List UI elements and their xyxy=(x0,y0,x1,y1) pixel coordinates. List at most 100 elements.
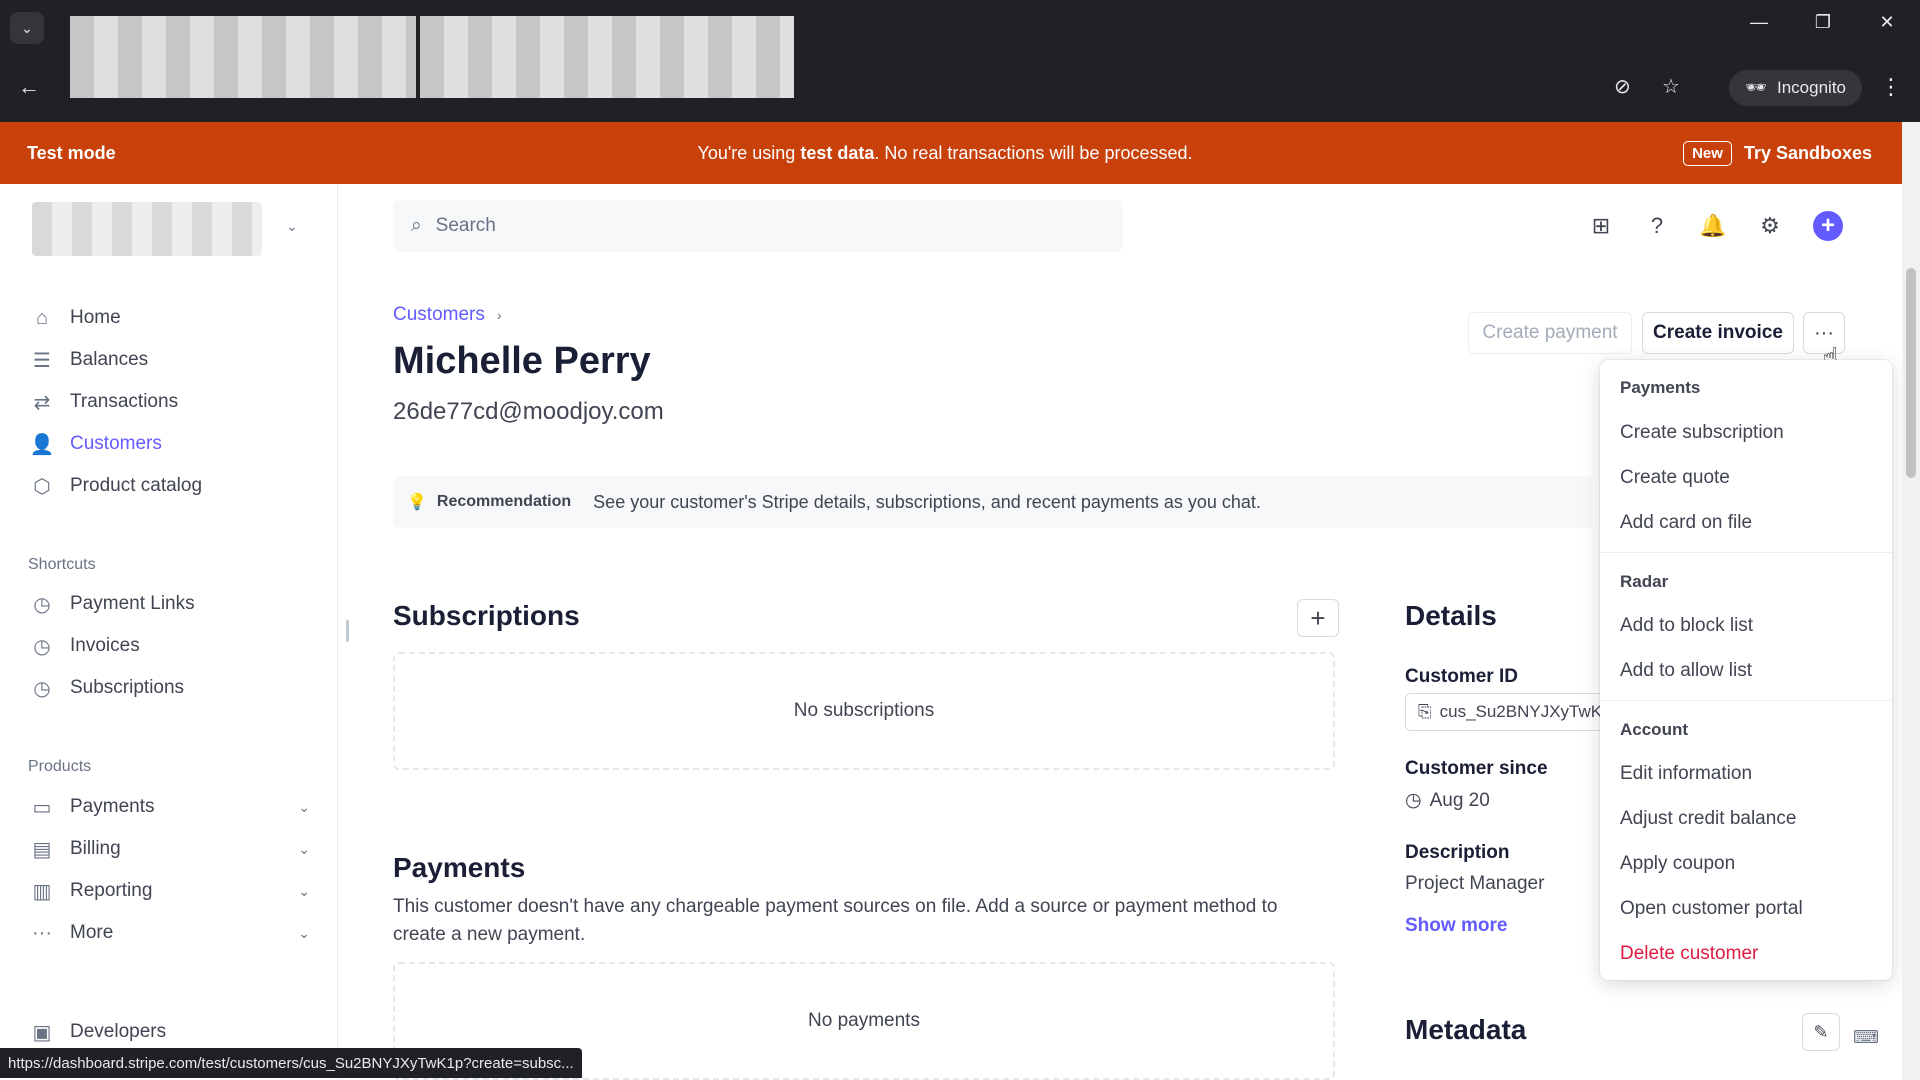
menu-item-add-card[interactable]: Add card on file xyxy=(1620,512,1752,534)
clock-icon: ◷ xyxy=(1405,790,1422,811)
bookmark-star-icon[interactable]: ☆ xyxy=(1662,74,1680,99)
menu-item-apply-coupon[interactable]: Apply coupon xyxy=(1620,853,1735,875)
customer-since-label: Customer since xyxy=(1405,758,1548,779)
sidebar-item-product-catalog[interactable]: ⬡ Product catalog xyxy=(30,468,310,504)
customer-id-value: cus_Su2BNYJXyTwK1 xyxy=(1439,702,1605,721)
eye-off-icon[interactable]: ⊘ xyxy=(1614,74,1631,99)
sidebar-item-billing[interactable]: ▤ Billing ⌄ xyxy=(30,831,310,867)
more-actions-menu: Payments Create subscription Create quot… xyxy=(1600,360,1892,980)
chevron-down-icon: ⌄ xyxy=(298,882,310,899)
customer-since-value: ◷ Aug 20 xyxy=(1405,789,1490,812)
menu-item-delete-customer[interactable]: Delete customer xyxy=(1620,943,1758,965)
browser-tab[interactable] xyxy=(70,16,416,98)
chevron-right-icon: › xyxy=(496,307,502,323)
sidebar-item-balances[interactable]: ☰ Balances xyxy=(30,342,310,378)
product-catalog-icon: ⬡ xyxy=(33,475,51,498)
minimize-icon[interactable]: — xyxy=(1744,12,1774,33)
search-input[interactable]: ⌕ Search xyxy=(393,200,1123,252)
try-sandboxes-link[interactable]: New Try Sandboxes xyxy=(1683,140,1872,166)
metadata-heading: Metadata xyxy=(1405,1014,1527,1045)
developers-icon: ▣ xyxy=(32,1021,52,1044)
breadcrumb-customers[interactable]: Customers xyxy=(393,304,485,326)
more-icon: ··· xyxy=(32,921,52,944)
recommendation-banner: 💡 Recommendation See your customer's Str… xyxy=(393,476,1593,528)
status-bar-url: https://dashboard.stripe.com/test/custom… xyxy=(0,1048,582,1078)
search-placeholder: Search xyxy=(435,215,496,236)
menu-divider xyxy=(1600,552,1892,553)
browser-menu-icon[interactable]: ⋮ xyxy=(1880,74,1902,100)
console-icon[interactable]: ⌨ xyxy=(1853,1027,1879,1048)
sidebar-item-transactions[interactable]: ⇄ Transactions xyxy=(30,384,310,420)
incognito-label: Incognito xyxy=(1777,78,1846,97)
create-new-button[interactable]: + xyxy=(1813,211,1843,241)
products-heading: Products xyxy=(28,758,92,775)
new-badge: New xyxy=(1683,140,1732,166)
menu-item-adjust-credit-balance[interactable]: Adjust credit balance xyxy=(1620,808,1796,830)
menu-group-account: Account xyxy=(1620,720,1688,739)
sidebar-item-subscriptions[interactable]: ◷ Subscriptions xyxy=(30,670,310,706)
sidebar-item-reporting[interactable]: ▥ Reporting ⌄ xyxy=(30,873,310,909)
menu-group-payments: Payments xyxy=(1620,378,1701,397)
menu-item-create-quote[interactable]: Create quote xyxy=(1620,467,1730,489)
sidebar-item-more[interactable]: ··· More ⌄ xyxy=(30,915,310,951)
billing-icon: ▤ xyxy=(32,838,52,861)
details-heading: Details xyxy=(1405,600,1497,631)
apps-icon[interactable]: ⊞ xyxy=(1587,212,1615,240)
transactions-icon: ⇄ xyxy=(33,391,51,414)
sidebar-item-home[interactable]: ⌂ Home xyxy=(30,300,310,336)
description-value: Project Manager xyxy=(1405,873,1545,894)
subscriptions-empty-state: No subscriptions xyxy=(393,652,1335,770)
payments-description: This customer doesn't have any chargeabl… xyxy=(393,896,1278,945)
sidebar-resize-handle[interactable] xyxy=(346,620,349,642)
incognito-indicator[interactable]: 🕶 Incognito xyxy=(1729,70,1862,106)
clock-icon: ◷ xyxy=(33,677,51,700)
create-payment-button[interactable]: Create payment xyxy=(1468,312,1632,354)
clock-icon: ◷ xyxy=(33,593,51,616)
back-arrow-icon[interactable]: ← xyxy=(18,74,40,100)
restore-icon[interactable]: ❐ xyxy=(1808,12,1838,33)
help-icon[interactable]: ? xyxy=(1643,212,1671,240)
sidebar: ⌄ ⌂ Home ☰ Balances ⇄ Transactions 👤 Cus… xyxy=(0,184,338,1080)
incognito-icon: 🕶 xyxy=(1745,78,1767,97)
account-switcher[interactable] xyxy=(32,202,262,256)
menu-divider xyxy=(1600,700,1892,701)
customers-icon: 👤 xyxy=(29,433,55,456)
lightbulb-icon: 💡 xyxy=(407,494,427,511)
menu-item-open-customer-portal[interactable]: Open customer portal xyxy=(1620,898,1803,920)
test-mode-banner: Test mode You're using test data. No rea… xyxy=(0,122,1920,184)
tab-search-button[interactable]: ⌄ xyxy=(10,12,44,44)
breadcrumb: Customers › xyxy=(393,304,502,326)
gear-icon[interactable]: ⚙ xyxy=(1756,212,1784,240)
bell-icon[interactable]: 🔔 xyxy=(1699,212,1727,240)
create-invoice-button[interactable]: Create invoice xyxy=(1642,312,1794,354)
customer-email: 26de77cd@moodjoy.com xyxy=(393,398,664,425)
menu-item-edit-information[interactable]: Edit information xyxy=(1620,763,1752,785)
sidebar-item-payments[interactable]: ▭ Payments ⌄ xyxy=(30,789,310,825)
payments-heading: Payments xyxy=(393,852,526,883)
browser-tab[interactable] xyxy=(420,16,794,98)
close-window-icon[interactable]: ✕ xyxy=(1872,12,1902,33)
menu-item-add-allow-list[interactable]: Add to allow list xyxy=(1620,660,1752,682)
sidebar-item-payment-links[interactable]: ◷ Payment Links xyxy=(30,586,310,622)
add-subscription-button[interactable]: + xyxy=(1297,599,1339,637)
sidebar-item-developers[interactable]: ▣ Developers xyxy=(30,1014,310,1050)
description-label: Description xyxy=(1405,842,1510,863)
scrollbar-thumb[interactable] xyxy=(1906,268,1916,478)
shortcuts-heading: Shortcuts xyxy=(28,556,96,573)
chevron-down-icon[interactable]: ⌄ xyxy=(286,218,298,235)
menu-item-create-subscription[interactable]: Create subscription xyxy=(1620,422,1784,444)
sidebar-item-invoices[interactable]: ◷ Invoices xyxy=(30,628,310,664)
subscriptions-heading: Subscriptions xyxy=(393,600,580,631)
customer-id-copy[interactable]: ⎘ cus_Su2BNYJXyTwK1 xyxy=(1405,693,1605,731)
payments-icon: ▭ xyxy=(32,796,52,819)
sidebar-item-customers[interactable]: 👤 Customers xyxy=(30,426,310,462)
search-icon: ⌕ xyxy=(411,215,422,236)
browser-chrome: ⌄ — ❐ ✕ ← ⊘ ☆ 🕶 Incognito ⋮ xyxy=(0,0,1920,122)
menu-item-add-block-list[interactable]: Add to block list xyxy=(1620,615,1753,637)
show-more-link[interactable]: Show more xyxy=(1405,915,1507,937)
edit-metadata-button[interactable]: ✎ xyxy=(1802,1013,1840,1051)
page-scrollbar[interactable] xyxy=(1902,122,1920,1080)
try-sandboxes-label: Try Sandboxes xyxy=(1743,142,1872,163)
clock-icon: ◷ xyxy=(33,635,51,658)
test-mode-message: You're using test data. No real transact… xyxy=(697,142,1193,163)
